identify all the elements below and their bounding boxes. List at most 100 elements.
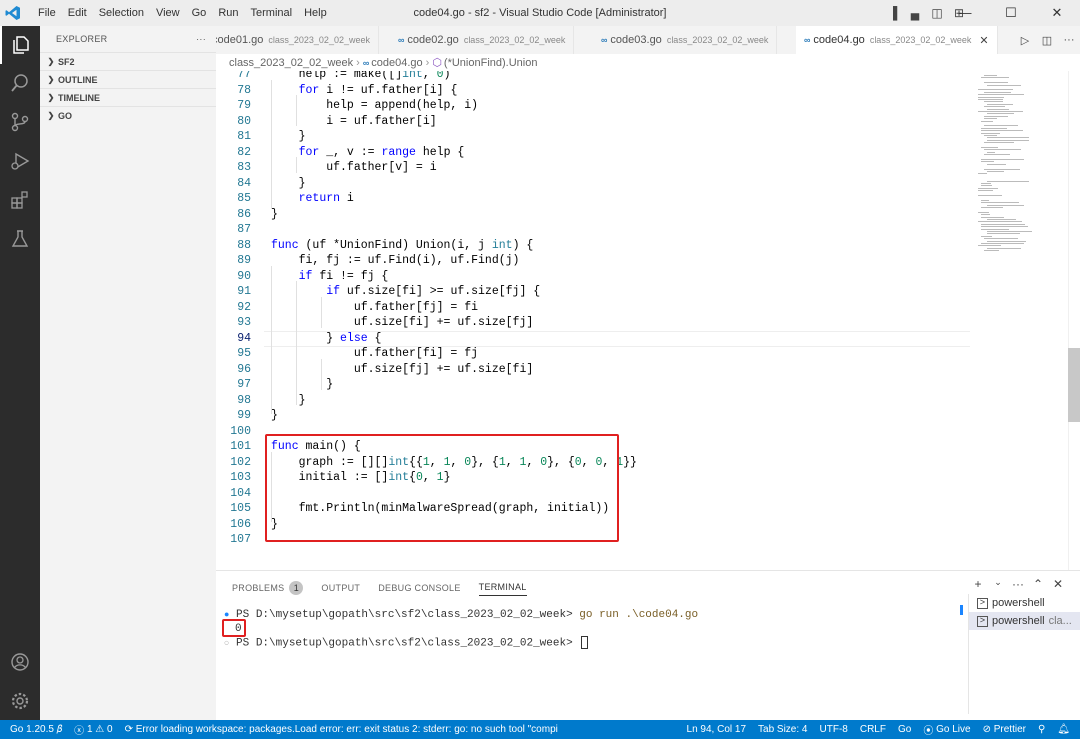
source-control-icon[interactable] bbox=[0, 103, 40, 141]
code-line[interactable]: 80 i = uf.father[i] bbox=[216, 114, 970, 130]
menu-go[interactable]: Go bbox=[186, 0, 213, 26]
menu-view[interactable]: View bbox=[150, 0, 186, 26]
toggle-sidebar-icon[interactable]: ▐ bbox=[882, 6, 904, 20]
maximize-panel-icon[interactable]: ⌃ bbox=[1028, 577, 1048, 591]
menu-help[interactable]: Help bbox=[298, 0, 333, 26]
code-line[interactable]: 92 uf.father[fj] = fi bbox=[216, 300, 970, 316]
terminal-line-3[interactable]: ○ PS D:\mysetup\gopath\src\sf2\class_202… bbox=[224, 636, 589, 650]
cursor-position[interactable]: Ln 94, Col 17 bbox=[681, 724, 753, 735]
section-timeline[interactable]: ❯ TIMELINE bbox=[40, 88, 216, 106]
code-line[interactable]: 78 for i != uf.father[i] { bbox=[216, 83, 970, 99]
tab-problems[interactable]: PROBLEMS 1 bbox=[232, 580, 304, 595]
tab-size[interactable]: Tab Size: 4 bbox=[752, 724, 813, 735]
code-line[interactable]: 90 if fi != fj { bbox=[216, 269, 970, 285]
chevron-down-icon[interactable]: ⌄ bbox=[988, 577, 1008, 591]
code-line[interactable]: 93 uf.size[fi] += uf.size[fj] bbox=[216, 315, 970, 331]
code-line[interactable]: 85 return i bbox=[216, 191, 970, 207]
section-sf2[interactable]: ❯ SF2 bbox=[40, 52, 216, 70]
testing-icon[interactable] bbox=[0, 220, 40, 258]
minimap-line bbox=[981, 226, 1028, 228]
workspace-error[interactable]: ⟳ Error loading workspace: packages.Load… bbox=[119, 724, 564, 735]
tab-code01[interactable]: code01.go class_2023_02_02_week bbox=[216, 26, 379, 54]
code-line[interactable]: 98 } bbox=[216, 393, 970, 409]
close-tab-icon[interactable]: ✕ bbox=[979, 34, 988, 47]
toggle-panel-icon[interactable]: ▄ bbox=[904, 6, 926, 20]
code-line[interactable]: 79 help = append(help, i) bbox=[216, 98, 970, 114]
code-text: for _, v := range help { bbox=[298, 145, 465, 159]
tab-code03[interactable]: ∞ code03.go class_2023_02_02_week bbox=[593, 26, 778, 54]
menu-run[interactable]: Run bbox=[212, 0, 244, 26]
code-editor[interactable]: 77 help := make([]int, 0) 78 for i != uf.… bbox=[216, 71, 970, 570]
more-actions-icon[interactable]: ··· bbox=[1058, 34, 1080, 46]
code-line[interactable]: 95 uf.father[fi] = fj bbox=[216, 346, 970, 362]
accounts-icon[interactable] bbox=[0, 643, 40, 681]
extensions-icon[interactable] bbox=[0, 181, 40, 219]
new-terminal-icon[interactable]: + bbox=[968, 577, 988, 591]
code-line[interactable]: 88 func (uf *UnionFind) Union(i, j int) { bbox=[216, 238, 970, 254]
code-line[interactable]: 83 uf.father[v] = i bbox=[216, 160, 970, 176]
terminal-line-1: ● PS D:\mysetup\gopath\src\sf2\class_202… bbox=[224, 608, 698, 622]
editor-scrollbar-thumb[interactable] bbox=[1068, 348, 1080, 422]
menu-file[interactable]: File bbox=[32, 0, 62, 26]
breadcrumb-symbol[interactable]: (*UnionFind).Union bbox=[444, 57, 538, 69]
line-number: 94 bbox=[237, 331, 251, 345]
maximize-icon[interactable]: ☐ bbox=[988, 0, 1034, 26]
editor-scrollbar[interactable] bbox=[1068, 71, 1080, 570]
language-mode[interactable]: Go bbox=[892, 724, 917, 735]
close-window-icon[interactable]: ✕ bbox=[1034, 0, 1080, 26]
terminal-prompt: PS D:\mysetup\gopath\src\sf2\class_2023_… bbox=[236, 637, 580, 650]
tab-terminal[interactable]: TERMINAL bbox=[478, 582, 527, 596]
line-number: 100 bbox=[230, 424, 251, 438]
terminal-item[interactable]: > powershell cla... bbox=[969, 612, 1080, 630]
menu-selection[interactable]: Selection bbox=[93, 0, 150, 26]
code-line[interactable]: 91 if uf.size[fi] >= uf.size[fj] { bbox=[216, 284, 970, 300]
terminal-item[interactable]: > powershell bbox=[969, 594, 1080, 612]
feedback-icon[interactable]: ⚲ bbox=[1032, 724, 1051, 735]
close-panel-icon[interactable]: ✕ bbox=[1048, 577, 1068, 591]
minimize-icon[interactable]: — bbox=[942, 0, 988, 26]
section-go[interactable]: ❯ GO bbox=[40, 106, 216, 124]
encoding[interactable]: UTF-8 bbox=[814, 724, 854, 735]
split-editor-icon[interactable]: ◫ bbox=[1036, 34, 1058, 47]
tab-code04[interactable]: ∞ code04.go class_2023_02_02_week ✕ bbox=[796, 26, 998, 54]
more-actions-icon[interactable]: ··· bbox=[1008, 577, 1028, 591]
terminal-label: powershell bbox=[992, 597, 1045, 609]
run-file-icon[interactable]: ▷ bbox=[1014, 34, 1036, 47]
code-line[interactable]: 81 } bbox=[216, 129, 970, 145]
line-ending[interactable]: CRLF bbox=[854, 724, 892, 735]
minimap-line bbox=[981, 214, 991, 216]
breadcrumb-folder[interactable]: class_2023_02_02_week bbox=[229, 57, 353, 69]
go-live[interactable]: ⦿ Go Live bbox=[917, 722, 976, 737]
search-icon[interactable] bbox=[0, 64, 40, 102]
menu-edit[interactable]: Edit bbox=[62, 0, 93, 26]
code-line[interactable]: 87 bbox=[216, 222, 970, 238]
tab-code02[interactable]: ∞ code02.go class_2023_02_02_week bbox=[390, 26, 575, 54]
tab-output[interactable]: OUTPUT bbox=[321, 583, 360, 593]
prettier[interactable]: ⊘ Prettier bbox=[977, 724, 1032, 735]
code-line[interactable]: 86} bbox=[216, 207, 970, 223]
code-line[interactable]: 97 } bbox=[216, 377, 970, 393]
more-actions-icon[interactable]: ··· bbox=[196, 34, 206, 44]
line-number: 89 bbox=[237, 254, 251, 267]
code-line[interactable]: 89 fi, fj := uf.Find(i), uf.Find(j) bbox=[216, 253, 970, 269]
code-line[interactable]: 77 help := make([]int, 0) bbox=[216, 71, 970, 83]
explorer-icon[interactable] bbox=[0, 26, 40, 64]
code-line[interactable]: 82 for _, v := range help { bbox=[216, 145, 970, 161]
run-debug-icon[interactable] bbox=[0, 142, 40, 180]
section-outline[interactable]: ❯ OUTLINE bbox=[40, 70, 216, 88]
terminal-cursor bbox=[581, 636, 589, 649]
notifications-icon[interactable]: 🔔︎ bbox=[1051, 724, 1080, 735]
settings-gear-icon[interactable] bbox=[0, 682, 40, 720]
code-line[interactable]: 94 } else { bbox=[216, 331, 970, 347]
menu-terminal[interactable]: Terminal bbox=[245, 0, 299, 26]
problems-status[interactable]: ⓧ 1 ⚠ 0 bbox=[68, 722, 118, 737]
code-line[interactable]: 96 uf.size[fj] += uf.size[fi] bbox=[216, 362, 970, 378]
code-line[interactable]: 84 } bbox=[216, 176, 970, 192]
line-number: 85 bbox=[237, 192, 251, 205]
code-line[interactable]: 99} bbox=[216, 408, 970, 424]
go-version[interactable]: Go 1.20.5 𝛽 bbox=[0, 724, 68, 735]
minimap-line bbox=[987, 231, 1032, 232]
tab-debug-console[interactable]: DEBUG CONSOLE bbox=[378, 583, 460, 593]
minimap[interactable] bbox=[970, 71, 1070, 570]
breadcrumb-file[interactable]: code04.go bbox=[371, 57, 422, 69]
